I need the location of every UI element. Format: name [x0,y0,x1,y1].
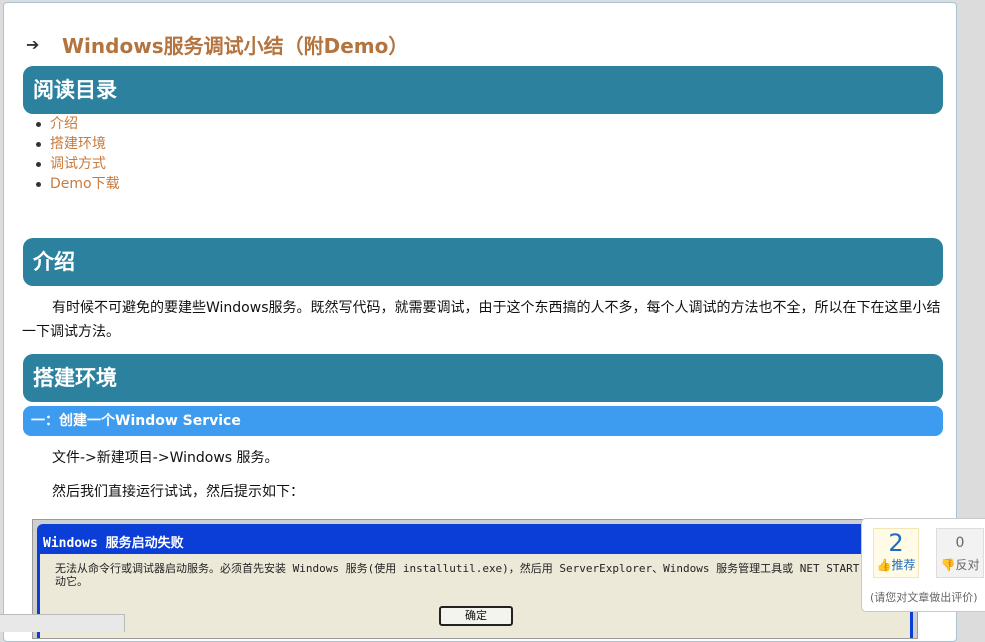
blog-post-container: ➔ Windows服务调试小结（附Demo） 阅读目录 介绍 搭建环境 调试方式… [3,2,957,642]
thumbs-down-icon: 👎 [940,558,956,572]
toc-item: 搭建环境 [36,134,120,154]
vote-tip: (请您对文章做出评价) [870,591,978,604]
bottom-panel-tab [0,614,125,632]
create-service-subheading: 一：创建一个Window Service [23,406,943,436]
error-dialog-screenshot: Windows 服务启动失败 无法从命令行或调试器启动服务。必须首先安装 Win… [32,519,918,639]
toc-link-debug[interactable]: 调试方式 [50,156,106,172]
recommend-button[interactable]: 2 👍推荐 [873,528,919,578]
toc-link-env[interactable]: 搭建环境 [50,136,106,152]
oppose-count: 0 [955,535,965,551]
step-run-test: 然后我们直接运行试试，然后提示如下： [52,484,304,500]
intro-heading: 介绍 [23,238,943,286]
error-dialog: Windows 服务启动失败 无法从命令行或调试器启动服务。必须首先安装 Win… [37,524,913,638]
table-of-contents: 介绍 搭建环境 调试方式 Demo下载 [36,114,120,194]
thumbs-up-icon: 👍 [876,558,892,572]
toc-link-intro[interactable]: 介绍 [50,116,78,132]
toc-item: 介绍 [36,114,120,134]
dialog-ok-button: 确定 [439,606,513,626]
post-title-link[interactable]: Windows服务调试小结（附Demo） [62,30,408,59]
dialog-title: Windows 服务启动失败 [43,536,184,551]
toc-item: 调试方式 [36,154,120,174]
dialog-message: 无法从命令行或调试器启动服务。必须首先安装 Windows 服务(使用 inst… [55,562,899,588]
toc-heading: 阅读目录 [23,66,943,114]
env-heading: 搭建环境 [23,354,943,402]
oppose-label: 反对 [955,558,980,572]
vote-panel: 2 👍推荐 0 👎反对 (请您对文章做出评价) [861,518,985,612]
toc-item: Demo下载 [36,174,120,194]
post-title-row: ➔ Windows服务调试小结（附Demo） [26,30,408,59]
recommend-count: 2 [888,529,904,557]
toc-link-download[interactable]: Demo下载 [50,176,120,192]
dialog-body: 无法从命令行或调试器启动服务。必须首先安装 Windows 服务(使用 inst… [40,554,910,638]
oppose-button[interactable]: 0 👎反对 [936,528,984,578]
recommend-label: 推荐 [891,558,916,572]
step-new-project: 文件->新建项目->Windows 服务。 [52,450,279,466]
arrow-right-icon: ➔ [26,34,40,54]
intro-paragraph: 有时候不可避免的要建些Windows服务。既然写代码，就需要调试，由于这个东西搞… [22,300,941,340]
